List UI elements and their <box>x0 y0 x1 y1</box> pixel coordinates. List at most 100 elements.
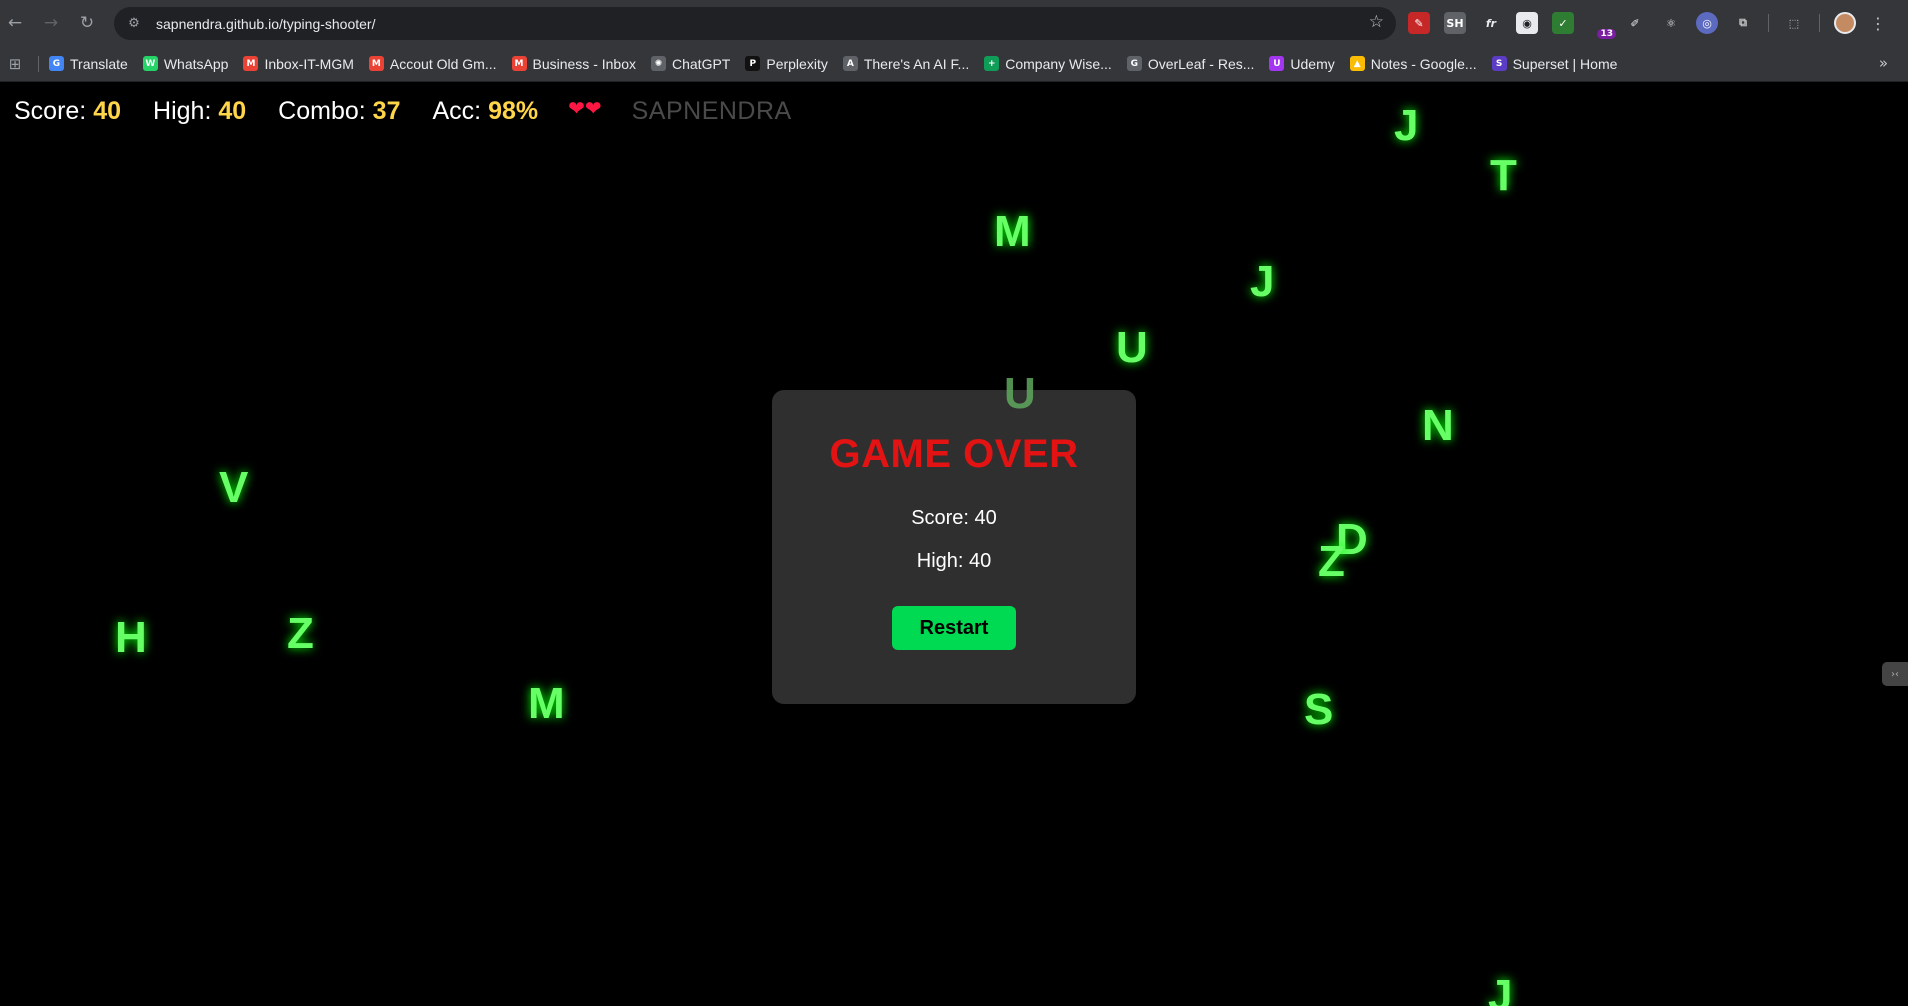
badge-extension-icon[interactable]: 13 <box>1588 12 1616 39</box>
side-panel-toggle-icon[interactable]: ›‹ <box>1882 662 1908 686</box>
falling-letter: J <box>1488 971 1513 1006</box>
bookmark-favicon-icon: G <box>1126 56 1142 71</box>
bookmark-item[interactable]: ▲ Notes - Google... <box>1349 55 1477 72</box>
sh-extension-icon[interactable]: SH <box>1444 12 1466 34</box>
falling-letter: U <box>1116 323 1148 372</box>
circle-extension-icon[interactable]: ◎ <box>1696 12 1718 34</box>
apps-grid-icon[interactable]: ⊞ <box>4 53 26 75</box>
bookmark-favicon-icon: A <box>842 56 858 71</box>
bookmark-label: WhatsApp <box>163 55 229 72</box>
score-value: 40 <box>93 97 122 125</box>
falling-letter: V <box>219 463 249 512</box>
bookmark-label: OverLeaf - Res... <box>1147 55 1255 72</box>
bookmark-label: There's An AI F... <box>863 55 970 72</box>
pdf-extension-icon[interactable]: ✎ <box>1408 12 1430 34</box>
bookmark-favicon-icon: M <box>511 56 527 71</box>
bookmark-favicon-icon: M <box>243 56 259 71</box>
falling-letter: H <box>115 613 147 662</box>
accuracy-value: 98% <box>488 97 539 125</box>
bookmark-item[interactable]: G OverLeaf - Res... <box>1126 55 1255 72</box>
accuracy-stat: Acc: 98% <box>432 97 538 126</box>
bookmark-label: Company Wise... <box>1005 55 1112 72</box>
falling-letter: N <box>1422 401 1454 450</box>
bookmark-label: Accout Old Gm... <box>389 55 497 72</box>
extensions-row: ✎ SH fr ◉ ✓ 13 ✐ ⚛ ◎ ⧉ ⬚ ⋮ <box>1408 10 1886 39</box>
score-label: Score: <box>14 97 87 125</box>
bookmark-star-icon[interactable]: ☆ <box>1369 12 1384 32</box>
accuracy-label: Acc: <box>432 97 482 125</box>
bookmark-item[interactable]: U Udemy <box>1269 55 1335 72</box>
falling-letter: Z <box>1318 537 1345 586</box>
browser-toolbar: ← → ↻ ⚙ sapnendra.github.io/typing-shoot… <box>0 0 1908 46</box>
final-score: Score: 40 <box>911 507 997 529</box>
eyedropper-extension-icon[interactable]: ✐ <box>1624 12 1646 34</box>
address-bar[interactable]: ⚙ sapnendra.github.io/typing-shooter/ ☆ <box>114 7 1396 40</box>
bookmark-label: Notes - Google... <box>1370 55 1477 72</box>
bookmark-favicon-icon: P <box>745 56 761 71</box>
falling-letter: M <box>994 207 1031 256</box>
game-canvas[interactable]: Score: 40 High: 40 Combo: 37 Acc: 98% ❤❤… <box>0 82 1908 1006</box>
bookmark-list: G Translate W WhatsApp M Inbox-IT-MGM M Accout … <box>49 56 1632 72</box>
profile-avatar[interactable] <box>1834 12 1856 34</box>
game-over-panel: GAME OVER Score: 40 High: 40 Restart <box>772 390 1136 704</box>
bookmark-item[interactable]: G Translate <box>49 56 128 72</box>
bookmark-item[interactable]: M Accout Old Gm... <box>368 55 497 72</box>
more-bookmarks-icon[interactable]: » <box>1879 54 1888 72</box>
score-stat: Score: 40 <box>14 97 121 126</box>
combo-stat: Combo: 37 <box>278 97 400 126</box>
bookmark-item[interactable]: ✺ ChatGPT <box>651 56 730 72</box>
hud: Score: 40 High: 40 Combo: 37 Acc: 98% ❤❤… <box>14 96 792 126</box>
bookmarks-bar: ⊞ G Translate W WhatsApp M Inbox-IT-MGM M Accou… <box>0 46 1908 82</box>
bookmarks-divider <box>38 55 39 72</box>
bookmark-label: Inbox-IT-MGM <box>264 55 354 72</box>
bookmark-label: Udemy <box>1290 55 1335 72</box>
toolbar-divider <box>1768 14 1769 32</box>
bookmark-favicon-icon: G <box>49 56 64 71</box>
formula-extension-icon[interactable]: fr <box>1480 12 1502 34</box>
bookmark-item[interactable]: P Perplexity <box>745 55 828 72</box>
bookmark-favicon-icon: ✺ <box>651 56 666 71</box>
bookmark-label: Perplexity <box>766 55 828 72</box>
lives-hearts-icon: ❤❤ <box>568 96 602 120</box>
bookmark-favicon-icon: M <box>368 56 384 71</box>
high-value: 40 <box>218 97 247 125</box>
bookmark-favicon-icon: S <box>1491 56 1507 71</box>
bookmark-item[interactable]: + Company Wise... <box>984 56 1112 72</box>
game-over-title: GAME OVER <box>829 432 1079 476</box>
url-text[interactable]: sapnendra.github.io/typing-shooter/ <box>156 16 375 32</box>
falling-letter: S <box>1304 685 1334 734</box>
site-info-icon[interactable]: ⚙ <box>122 12 146 36</box>
camera-extension-icon[interactable]: ◉ <box>1516 12 1538 34</box>
back-arrow-icon[interactable]: ← <box>2 10 28 36</box>
bookmark-item[interactable]: A There's An AI F... <box>842 55 970 72</box>
bookmark-label: Superset | Home <box>1512 55 1618 72</box>
screen-capture-icon[interactable]: ⬚ <box>1783 12 1805 34</box>
toolbar-divider <box>1819 14 1820 32</box>
bookmark-favicon-icon: U <box>1269 56 1285 71</box>
reload-icon[interactable]: ↻ <box>74 10 100 36</box>
falling-letter: J <box>1250 257 1275 306</box>
forward-arrow-icon[interactable]: → <box>38 10 64 36</box>
bookmark-label: Translate <box>70 55 128 72</box>
bookmark-label: ChatGPT <box>672 55 731 72</box>
combo-label: Combo: <box>278 97 366 125</box>
combo-value: 37 <box>372 97 401 125</box>
high-label: High: <box>153 97 212 125</box>
react-extension-icon[interactable]: ⚛ <box>1660 12 1682 34</box>
falling-letter: J <box>1394 101 1419 150</box>
falling-letter: Z <box>287 609 314 658</box>
bookmark-label: Business - Inbox <box>532 55 637 72</box>
browser-menu-icon[interactable]: ⋮ <box>1870 14 1886 33</box>
final-high-score: High: 40 <box>916 550 992 572</box>
bookmark-item[interactable]: M Inbox-IT-MGM <box>243 55 354 72</box>
falling-letter: M <box>528 679 565 728</box>
player-name: SAPNENDRA <box>631 97 792 125</box>
high-stat: High: 40 <box>153 97 246 126</box>
bookmark-item[interactable]: M Business - Inbox <box>511 55 637 72</box>
shield-extension-icon[interactable]: ✓ <box>1552 12 1574 34</box>
falling-letter: T <box>1490 151 1517 200</box>
restart-button[interactable]: Restart <box>892 606 1016 650</box>
bookmark-item[interactable]: W WhatsApp <box>142 55 229 72</box>
puzzle-extensions-icon[interactable]: ⧉ <box>1732 12 1754 34</box>
bookmark-item[interactable]: S Superset | Home <box>1491 55 1618 72</box>
